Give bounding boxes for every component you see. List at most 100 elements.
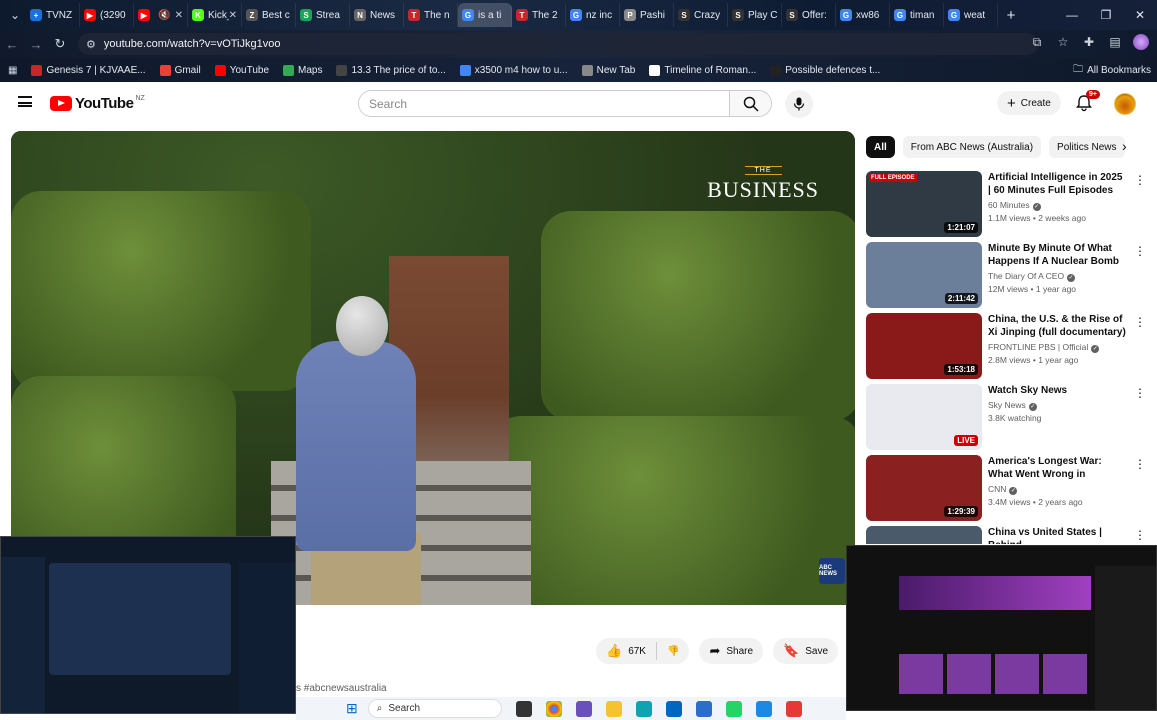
bookmark-item[interactable]: x3500 m4 how to u...: [459, 64, 568, 76]
youtube-logo[interactable]: YouTube NZ: [50, 95, 145, 112]
recommendation-channel[interactable]: Sky News ✓: [988, 400, 1126, 411]
browser-tab[interactable]: P Pashi: [620, 3, 674, 27]
browser-tab[interactable]: S Play C: [728, 3, 782, 27]
dislike-button[interactable]: 👎: [655, 642, 689, 660]
browser-tab[interactable]: T The n: [404, 3, 458, 27]
video-player[interactable]: THE BUSINESS: [11, 131, 855, 605]
more-options-icon[interactable]: ⋮: [1134, 173, 1146, 187]
calendar-icon[interactable]: [695, 700, 712, 717]
browser-tab[interactable]: ▶ (3290: [80, 3, 134, 27]
recommendation-item[interactable]: 1:29:39 America's Longest War: What Went…: [866, 455, 1146, 521]
video-thumbnail[interactable]: LIVE: [866, 384, 982, 450]
recommendation-channel[interactable]: FRONTLINE PBS | Official ✓: [988, 342, 1126, 353]
bookmark-item[interactable]: Maps: [283, 64, 322, 76]
browser-icon[interactable]: [755, 700, 772, 717]
recommendation-title[interactable]: America's Longest War: What Went Wrong i…: [988, 455, 1126, 481]
bookmark-item[interactable]: Gmail: [159, 64, 201, 76]
create-button[interactable]: + Create: [997, 91, 1061, 115]
minimize-button[interactable]: —: [1055, 0, 1089, 30]
recommendation-title[interactable]: Minute By Minute Of What Happens If A Nu…: [988, 242, 1126, 268]
search-input[interactable]: [359, 91, 729, 116]
bookmark-item[interactable]: 13.3 The price of to...: [336, 64, 446, 76]
account-avatar[interactable]: [1114, 93, 1136, 115]
reading-mode-icon[interactable]: ▤: [1107, 35, 1123, 49]
more-options-icon[interactable]: ⋮: [1134, 386, 1146, 400]
more-options-icon[interactable]: ⋮: [1134, 315, 1146, 329]
browser-tab[interactable]: + TVNZ: [26, 3, 80, 27]
forward-button[interactable]: →: [24, 37, 48, 52]
close-tab-icon[interactable]: ✕: [175, 10, 183, 21]
file-explorer-icon[interactable]: [605, 700, 622, 717]
browser-tab[interactable]: S Offer:: [782, 3, 836, 27]
chrome-icon[interactable]: [545, 700, 562, 717]
thumbs-up-icon[interactable]: 👍: [606, 643, 622, 659]
apps-grid-icon[interactable]: ▦: [8, 65, 17, 76]
filter-chip[interactable]: Politics News: [1049, 136, 1125, 158]
video-thumbnail[interactable]: 1:53:18: [866, 313, 982, 379]
bookmark-item[interactable]: YouTube: [214, 64, 269, 76]
browser-tab[interactable]: S Crazy: [674, 3, 728, 27]
share-button[interactable]: ➦ Share: [699, 638, 764, 664]
video-thumbnail[interactable]: 1:29:39: [866, 455, 982, 521]
media-icon[interactable]: [785, 700, 802, 717]
all-bookmarks-button[interactable]: 🗀 All Bookmarks: [1073, 62, 1151, 79]
search-button[interactable]: [729, 91, 771, 116]
profile-avatar[interactable]: [1133, 34, 1149, 50]
bookmark-item[interactable]: Genesis 7 | KJVAAE...: [31, 64, 146, 76]
recommendation-item[interactable]: 1:53:18 China, the U.S. & the Rise of Xi…: [866, 313, 1146, 379]
bookmark-star-icon[interactable]: ☆: [1055, 35, 1071, 49]
overlay-window-right[interactable]: [846, 545, 1157, 711]
recommendation-channel[interactable]: 60 Minutes ✓: [988, 200, 1126, 211]
maximize-button[interactable]: ❐: [1089, 0, 1123, 30]
browser-tab[interactable]: S Strea: [296, 3, 350, 27]
save-button[interactable]: 🔖 Save: [773, 638, 839, 664]
recommendation-item[interactable]: LIVE Watch Sky News Sky News ✓ 3.8K watchi…: [866, 384, 1146, 450]
more-options-icon[interactable]: ⋮: [1134, 528, 1146, 542]
browser-tab[interactable]: Gweat: [944, 3, 998, 27]
recommendation-channel[interactable]: The Diary Of A CEO ✓: [988, 271, 1126, 282]
bookmark-item[interactable]: New Tab: [581, 64, 635, 76]
install-app-icon[interactable]: ⧉: [1029, 35, 1045, 50]
browser-tab[interactable]: T The 2: [512, 3, 566, 27]
browser-tab[interactable]: Gtiman: [890, 3, 944, 27]
voice-search-button[interactable]: [785, 90, 813, 118]
recommendation-item[interactable]: FULL EPISODE 1:21:07 Artificial Intellige…: [866, 171, 1146, 237]
edge-icon[interactable]: [635, 700, 652, 717]
new-tab-button[interactable]: +: [998, 7, 1024, 24]
close-tab-icon[interactable]: ✕: [229, 10, 237, 21]
recommendation-title[interactable]: Artificial Intelligence in 2025 | 60 Min…: [988, 171, 1126, 197]
whatsapp-icon[interactable]: [725, 700, 742, 717]
recommendation-item[interactable]: 2:11:42 Minute By Minute Of What Happens…: [866, 242, 1146, 308]
browser-tab[interactable]: Gis a ti: [458, 3, 512, 27]
browser-tab[interactable]: K Kick_✕: [188, 3, 242, 27]
video-thumbnail[interactable]: [866, 526, 982, 544]
site-info-icon[interactable]: ⚙: [86, 38, 96, 51]
browser-tab[interactable]: N News: [350, 3, 404, 27]
recommendation-title[interactable]: China, the U.S. & the Rise of Xi Jinping…: [988, 313, 1126, 339]
video-thumbnail[interactable]: 2:11:42: [866, 242, 982, 308]
bookmark-item[interactable]: Timeline of Roman...: [649, 64, 756, 76]
recommendation-title[interactable]: Watch Sky News: [988, 384, 1126, 397]
app-icon[interactable]: [575, 700, 592, 717]
browser-tab[interactable]: Gxw86: [836, 3, 890, 27]
more-options-icon[interactable]: ⋮: [1134, 457, 1146, 471]
mail-icon[interactable]: [665, 700, 682, 717]
chips-next-chevron-icon[interactable]: ›: [1122, 138, 1127, 154]
filter-chip[interactable]: From ABC News (Australia): [902, 136, 1042, 158]
more-options-icon[interactable]: ⋮: [1134, 244, 1146, 258]
tab-search-chevron-icon[interactable]: ⌄: [4, 8, 26, 22]
extensions-icon[interactable]: ✚: [1081, 35, 1097, 49]
back-button[interactable]: ←: [0, 37, 24, 52]
address-bar[interactable]: ⚙ youtube.com/watch?v=vOTiJkg1voo: [78, 33, 1038, 55]
browser-tab[interactable]: Gnz inc: [566, 3, 620, 27]
mute-tab-icon[interactable]: 🔇: [158, 10, 170, 21]
video-thumbnail[interactable]: FULL EPISODE 1:21:07: [866, 171, 982, 237]
like-count[interactable]: 67K: [628, 646, 646, 657]
recommendation-channel[interactable]: CNN ✓: [988, 484, 1126, 495]
overlay-window-left[interactable]: [0, 536, 296, 714]
task-view-icon[interactable]: [515, 700, 532, 717]
recommendation-title[interactable]: China vs United States | Behind: [988, 526, 1126, 544]
recommendation-item[interactable]: China vs United States | Behind ⋮: [866, 526, 1146, 544]
filter-chip[interactable]: All: [866, 136, 895, 158]
video-hashtags[interactable]: s #abcnewsaustralia: [296, 683, 387, 694]
